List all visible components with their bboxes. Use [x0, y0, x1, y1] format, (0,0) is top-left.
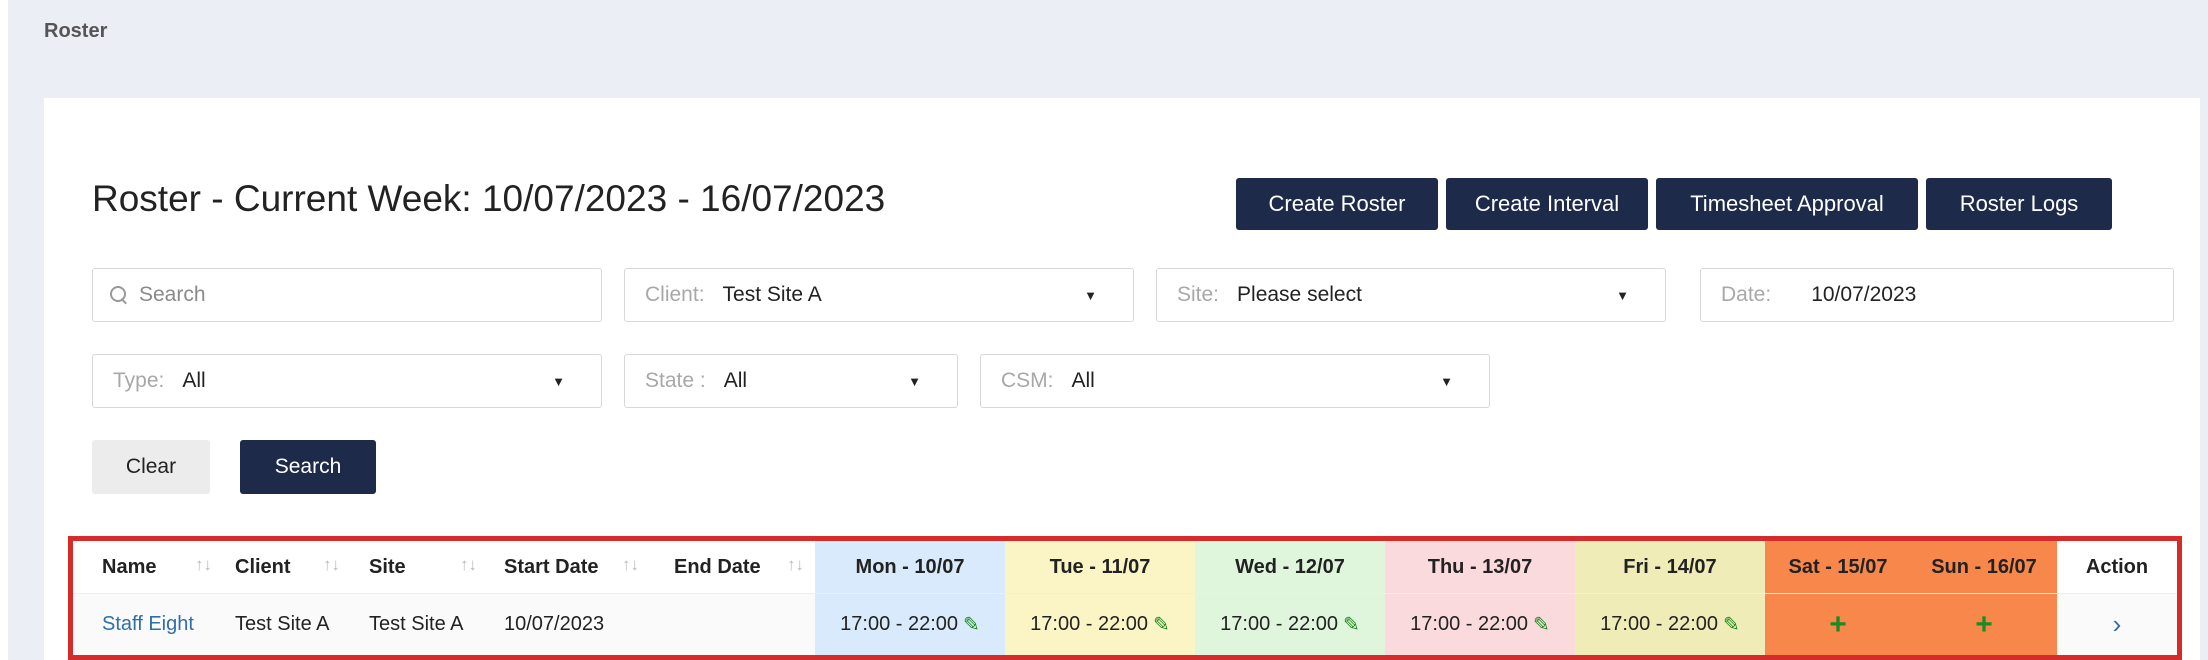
shift-mon[interactable]: 17:00 - 22:00 ✎	[815, 594, 1005, 655]
csm-select[interactable]: CSM: All ▼	[980, 354, 1490, 408]
state-value: All	[723, 369, 748, 392]
pencil-icon[interactable]: ✎	[1153, 612, 1170, 637]
shift-fri[interactable]: 17:00 - 22:00 ✎	[1575, 594, 1765, 655]
state-select[interactable]: State : All ▼	[624, 354, 958, 408]
sort-icon[interactable]: ↑↓	[195, 555, 212, 575]
header-start-date-label: Start Date	[504, 555, 599, 578]
search-button[interactable]: Search	[240, 440, 376, 494]
shift-mon-time: 17:00 - 22:00	[840, 613, 959, 635]
type-label: Type:	[113, 369, 165, 392]
csm-label: CSM:	[1001, 369, 1054, 392]
type-select[interactable]: Type: All ▼	[92, 354, 602, 408]
header-mon: Mon - 10/07	[815, 541, 1005, 593]
client-value: Test Site A	[722, 283, 822, 306]
header-name-label: Name	[102, 555, 157, 578]
breadcrumb: Roster	[44, 20, 108, 42]
roster-logs-button[interactable]: Roster Logs	[1926, 178, 2112, 230]
date-field[interactable]: Date: 10/07/2023	[1700, 268, 2174, 322]
add-shift-sat[interactable]: +	[1765, 594, 1911, 655]
left-edge	[0, 0, 8, 660]
staff-name-link[interactable]: Staff Eight	[73, 594, 211, 655]
caret-down-icon: ▼	[1440, 373, 1453, 389]
page-title: Roster - Current Week: 10/07/2023 - 16/0…	[92, 178, 886, 219]
search-icon	[109, 285, 129, 305]
header-action: Action	[2085, 555, 2149, 578]
caret-down-icon: ▼	[908, 373, 921, 389]
row-action[interactable]: ›	[2057, 594, 2177, 655]
header-site-label: Site	[369, 555, 406, 578]
sort-icon[interactable]: ↑↓	[460, 555, 477, 575]
state-label: State :	[645, 369, 706, 392]
header-sun: Sun - 16/07	[1911, 541, 2057, 593]
row-client: Test Site A	[235, 613, 330, 635]
row-end-date	[650, 594, 815, 655]
header-wed: Wed - 12/07	[1195, 541, 1385, 593]
chevron-right-icon[interactable]: ›	[2113, 609, 2122, 640]
sort-icon[interactable]: ↑↓	[787, 555, 804, 575]
shift-thu-time: 17:00 - 22:00	[1410, 613, 1529, 635]
row-start-date: 10/07/2023	[504, 613, 605, 635]
pencil-icon[interactable]: ✎	[963, 612, 980, 637]
site-select[interactable]: Site: Please select ▼	[1156, 268, 1666, 322]
shift-tue[interactable]: 17:00 - 22:00 ✎	[1005, 594, 1195, 655]
sort-icon[interactable]: ↑↓	[323, 555, 340, 575]
caret-down-icon: ▼	[1084, 287, 1097, 303]
header-client[interactable]: Client ↑↓	[211, 541, 345, 593]
pencil-icon[interactable]: ✎	[1723, 612, 1740, 637]
header-start-date[interactable]: Start Date ↑↓	[480, 541, 650, 593]
row-site: Test Site A	[369, 613, 464, 635]
staff-name[interactable]: Staff Eight	[102, 613, 194, 636]
date-value: 10/07/2023	[1811, 283, 1917, 306]
shift-thu[interactable]: 17:00 - 22:00 ✎	[1385, 594, 1575, 655]
plus-icon[interactable]: +	[1829, 608, 1847, 642]
create-interval-button[interactable]: Create Interval	[1446, 178, 1648, 230]
shift-wed[interactable]: 17:00 - 22:00 ✎	[1195, 594, 1385, 655]
search-placeholder: Search	[139, 283, 206, 306]
header-site[interactable]: Site ↑↓	[345, 541, 480, 593]
site-label: Site:	[1177, 283, 1220, 306]
header-thu: Thu - 13/07	[1385, 541, 1575, 593]
table-header-row: Name ↑↓ Client ↑↓ Site ↑↓ Start Date ↑↓ …	[73, 541, 2177, 593]
plus-icon[interactable]: +	[1975, 608, 1993, 642]
search-input[interactable]: Search	[92, 268, 602, 322]
main-panel: Roster - Current Week: 10/07/2023 - 16/0…	[44, 98, 2200, 660]
client-label: Client:	[645, 283, 705, 306]
header-name[interactable]: Name ↑↓	[73, 541, 212, 593]
add-shift-sun[interactable]: +	[1911, 594, 2057, 655]
caret-down-icon: ▼	[1616, 287, 1629, 303]
pencil-icon[interactable]: ✎	[1343, 612, 1360, 637]
pencil-icon[interactable]: ✎	[1533, 612, 1550, 637]
header-sat: Sat - 15/07	[1765, 541, 1911, 593]
type-value: All	[182, 369, 206, 392]
top-bar: Roster	[8, 0, 2200, 98]
csm-value: All	[1071, 369, 1095, 392]
header-fri: Fri - 14/07	[1575, 541, 1765, 593]
header-end-date[interactable]: End Date ↑↓	[650, 541, 815, 593]
header-end-date-label: End Date	[674, 555, 761, 578]
client-select[interactable]: Client: Test Site A ▼	[624, 268, 1134, 322]
timesheet-approval-button[interactable]: Timesheet Approval	[1656, 178, 1918, 230]
create-roster-button[interactable]: Create Roster	[1236, 178, 1438, 230]
sort-icon[interactable]: ↑↓	[622, 555, 639, 575]
header-client-label: Client	[235, 555, 291, 578]
shift-tue-time: 17:00 - 22:00	[1030, 613, 1149, 635]
roster-table: Name ↑↓ Client ↑↓ Site ↑↓ Start Date ↑↓ …	[68, 536, 2182, 660]
clear-button[interactable]: Clear	[92, 440, 210, 494]
caret-down-icon: ▼	[552, 373, 565, 389]
date-label: Date:	[1721, 283, 1772, 306]
shift-fri-time: 17:00 - 22:00	[1600, 613, 1719, 635]
header-tue: Tue - 11/07	[1005, 541, 1195, 593]
table-row: Staff Eight Test Site A Test Site A 10/0…	[73, 593, 2177, 655]
site-value: Please select	[1237, 283, 1362, 306]
shift-wed-time: 17:00 - 22:00	[1220, 613, 1339, 635]
